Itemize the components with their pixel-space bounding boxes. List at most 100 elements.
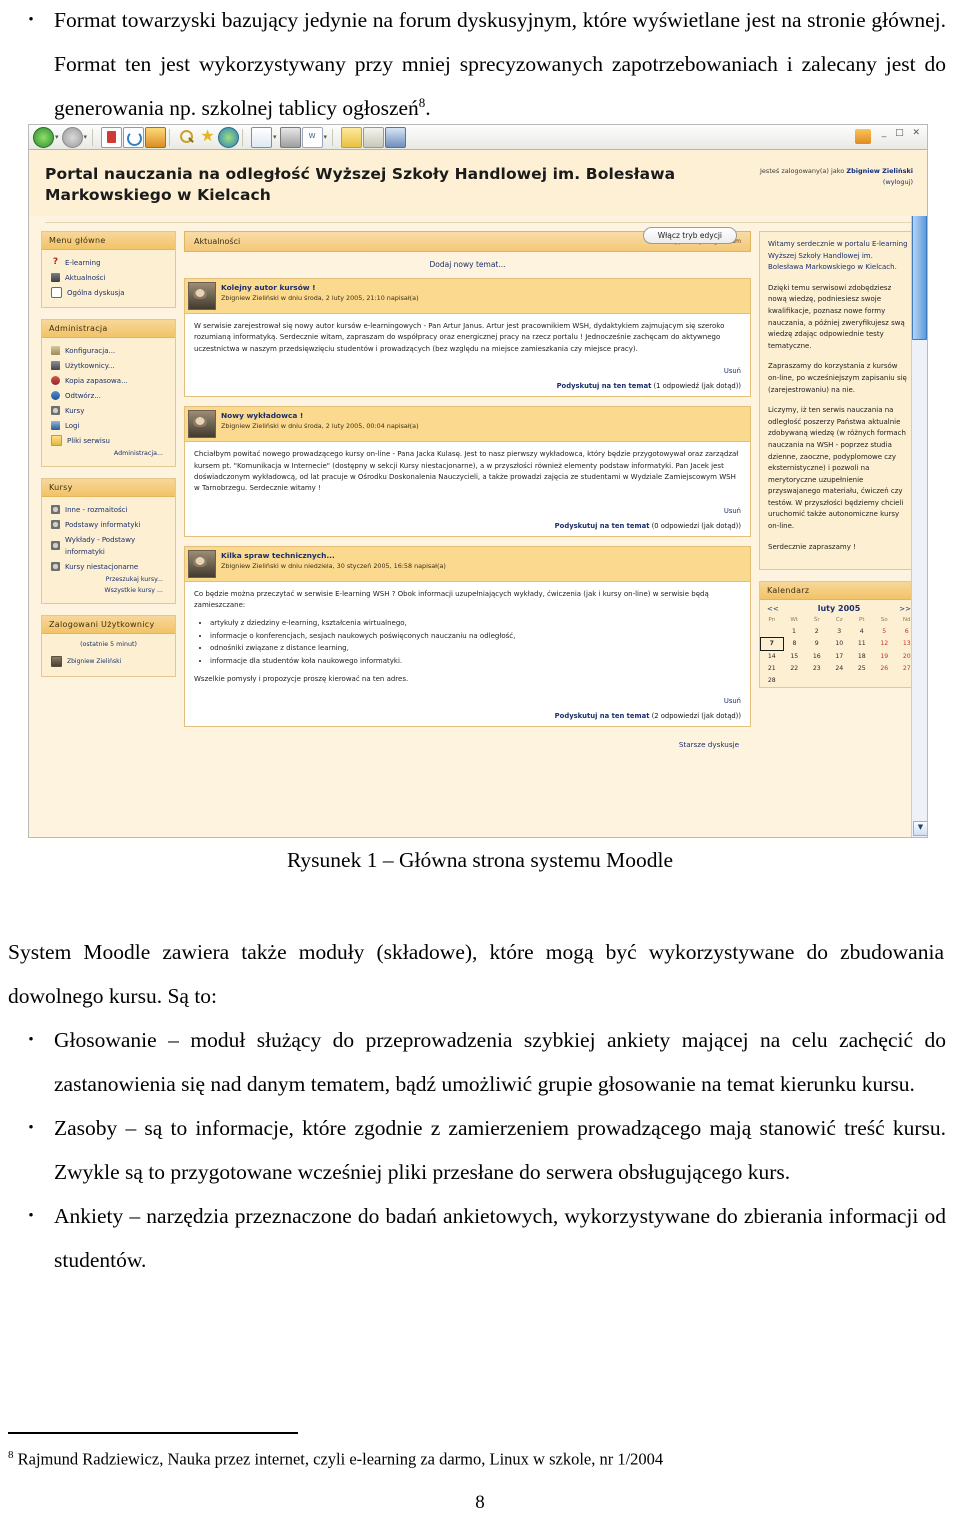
scroll-down-arrow[interactable]: ▼: [913, 821, 927, 836]
window-controls[interactable]: _ □ ✕: [882, 128, 923, 138]
back-dropdown-icon[interactable]: ▾: [55, 133, 59, 141]
calendar-day[interactable]: 15: [783, 650, 806, 663]
block-title-menu-glowne: Menu główne: [42, 232, 175, 250]
calendar-day-today[interactable]: 7: [760, 636, 784, 651]
search-icon[interactable]: [178, 128, 197, 147]
calendar-day[interactable]: 28: [761, 675, 784, 687]
post-delete-link[interactable]: Usuń: [185, 364, 750, 375]
calendar-day[interactable]: 14: [761, 650, 784, 663]
messenger-icon[interactable]: [363, 126, 385, 148]
post-delete-link[interactable]: Usuń: [185, 694, 750, 705]
research-icon[interactable]: [385, 126, 407, 148]
calendar-day[interactable]: 3: [828, 625, 851, 637]
calendar-day[interactable]: 18: [851, 650, 874, 663]
calendar-day[interactable]: 9: [806, 637, 829, 650]
intro-bullet-period: .: [425, 96, 431, 120]
sidebar-item-logi[interactable]: Logi: [48, 418, 169, 433]
history-icon[interactable]: [218, 126, 240, 148]
sidebar-item-kopia-zapasowa[interactable]: Kopia zapasowa...: [48, 373, 169, 388]
login-username[interactable]: Zbigniew Zieliński: [846, 167, 913, 175]
sidebar-item-wyklady-podstawy[interactable]: Wykłady - Podstawy informatyki: [48, 532, 169, 559]
sidebar-item-aktualnosci[interactable]: Aktualności: [48, 270, 169, 285]
sidebar-item-podstawy-informatyki[interactable]: Podstawy informatyki: [48, 517, 169, 532]
calendar-day[interactable]: 4: [851, 625, 874, 637]
turn-editing-on-button[interactable]: Włącz tryb edycji: [642, 227, 737, 244]
post-title[interactable]: Nowy wykładowca !: [221, 410, 750, 421]
calendar-day[interactable]: [828, 675, 851, 687]
calendar-day[interactable]: 25: [851, 663, 874, 675]
calendar-day[interactable]: 24: [828, 663, 851, 675]
post-header: Kolejny autor kursów ! Zbigniew Zielińsk…: [185, 279, 750, 314]
discuss-link[interactable]: Podyskutuj na ten temat: [555, 712, 650, 720]
calendar-day[interactable]: [783, 675, 806, 687]
post-footer: Podyskutuj na ten temat (0 odpowiedzi (j…: [185, 515, 750, 536]
forward-dropdown-icon[interactable]: ▾: [84, 133, 88, 141]
stop-icon[interactable]: [101, 126, 123, 148]
sidebar-item-inne-rozmaitosci[interactable]: Inne - rozmaitości: [48, 502, 169, 517]
page-scrollbar[interactable]: ▲ ▼: [911, 150, 927, 837]
sidebar-item-uzytkownicy[interactable]: Użytkownicy...: [48, 358, 169, 373]
post-author-avatar[interactable]: [188, 282, 216, 310]
post-header: Nowy wykładowca ! Zbigniew Zieliński w d…: [185, 407, 750, 443]
calendar-day[interactable]: [851, 675, 874, 687]
home-icon[interactable]: [145, 126, 167, 148]
calendar-day[interactable]: 1: [783, 625, 806, 637]
calendar-day[interactable]: 16: [806, 650, 829, 663]
back-arrow-icon[interactable]: [33, 126, 54, 148]
post-title[interactable]: Kolejny autor kursów !: [221, 282, 750, 293]
bullet-marker: •: [28, 1120, 34, 1136]
calendar-next-month[interactable]: >>: [899, 605, 911, 613]
edit-word-icon[interactable]: W: [301, 126, 323, 148]
sidebar-link-wszystkie-kursy[interactable]: Wszystkie kursy ...: [48, 585, 169, 596]
toolbar-separator-3: [242, 128, 248, 146]
post-author-avatar[interactable]: [188, 549, 216, 578]
add-new-topic-link[interactable]: Dodaj nowy temat...: [184, 252, 751, 278]
forward-arrow-icon[interactable]: [61, 126, 83, 148]
logout-link[interactable]: (wyloguj): [883, 178, 913, 186]
calendar-day[interactable]: 26: [873, 663, 896, 675]
notes-icon[interactable]: [341, 126, 363, 148]
sidebar-link-przeszukaj-kursy[interactable]: Przeszukaj kursy...: [48, 574, 169, 585]
calendar-month-label: luty 2005: [817, 604, 861, 614]
calendar-day[interactable]: 12: [873, 637, 896, 650]
calendar-day[interactable]: 10: [828, 637, 851, 650]
calendar-day[interactable]: 17: [828, 650, 851, 663]
mail-dropdown-icon[interactable]: ▾: [273, 133, 277, 141]
post-author-avatar[interactable]: [188, 410, 216, 439]
refresh-icon[interactable]: [123, 126, 145, 148]
browser-viewport: ▲ ▼ Portal nauczania na odległość Wyższe…: [29, 150, 927, 837]
sidebar-label-inne-rozmaitosci: Inne - rozmaitości: [65, 505, 128, 514]
sidebar-item-pliki-serwisu[interactable]: Pliki serwisu: [48, 433, 169, 448]
sidebar-item-konfiguracja[interactable]: Konfiguracja...: [48, 343, 169, 358]
calendar-day[interactable]: 8: [783, 637, 806, 650]
post-title[interactable]: Kilka spraw technicznych...: [221, 550, 750, 561]
mail-icon[interactable]: [251, 126, 273, 148]
calendar-day[interactable]: [806, 675, 829, 687]
post-delete-link[interactable]: Usuń: [185, 504, 750, 515]
calendar-day[interactable]: 23: [806, 663, 829, 675]
print-icon[interactable]: [279, 126, 301, 148]
sidebar-item-ogolna-dyskusja[interactable]: Ogólna dyskusja: [48, 285, 169, 300]
toolbar-separator-2: [169, 128, 175, 146]
calendar-prev-month[interactable]: <<: [767, 605, 779, 613]
calendar-day[interactable]: 19: [873, 650, 896, 663]
calendar-day[interactable]: 11: [851, 637, 874, 650]
backup-icon: [51, 376, 60, 385]
calendar-day[interactable]: 2: [806, 625, 829, 637]
sidebar-item-e-learning[interactable]: ? E-learning: [48, 255, 169, 270]
calendar-day[interactable]: 5: [873, 625, 896, 637]
calendar-day[interactable]: [873, 675, 896, 687]
older-discussions-link[interactable]: Starsze dyskusje: [184, 736, 751, 749]
online-user-entry[interactable]: Zbigniew Zieliński: [48, 654, 169, 669]
calendar-day[interactable]: [761, 625, 784, 637]
calendar-day[interactable]: 22: [783, 663, 806, 675]
sidebar-item-odtworz[interactable]: Odtwórz...: [48, 388, 169, 403]
calendar-day[interactable]: 21: [761, 663, 784, 675]
sidebar-item-kursy-niestacjonarne[interactable]: Kursy niestacjonarne: [48, 559, 169, 574]
sidebar-link-administracja[interactable]: Administracja...: [48, 448, 169, 459]
favorites-star-icon[interactable]: ★: [198, 127, 217, 147]
discuss-link[interactable]: Podyskutuj na ten temat: [555, 522, 650, 530]
edit-dropdown-icon[interactable]: ▾: [324, 133, 328, 141]
discuss-link[interactable]: Podyskutuj na ten temat: [557, 382, 652, 390]
sidebar-item-kursy-admin[interactable]: Kursy: [48, 403, 169, 418]
